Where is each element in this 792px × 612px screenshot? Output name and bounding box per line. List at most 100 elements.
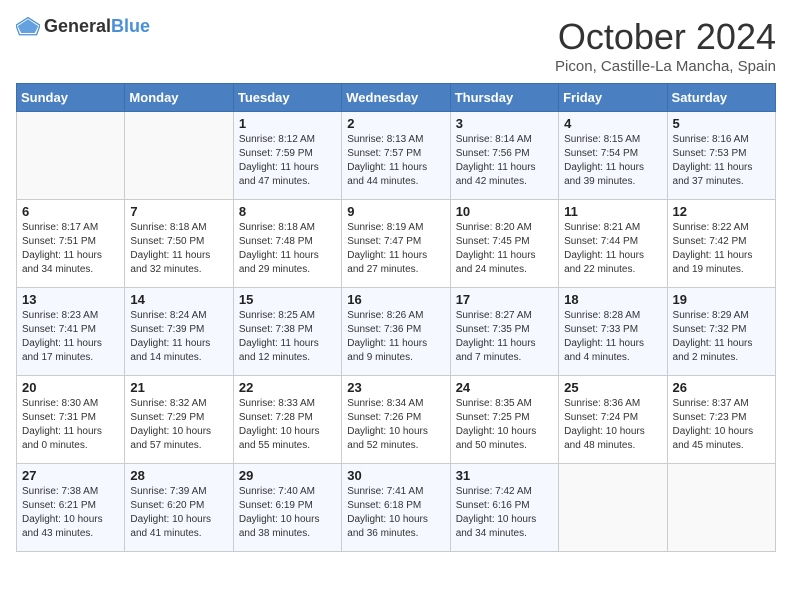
calendar-body: 1Sunrise: 8:12 AM Sunset: 7:59 PM Daylig…	[17, 112, 776, 552]
calendar-cell: 27 Sunrise: 7:38 AM Sunset: 6:21 PM Dayli…	[17, 464, 125, 552]
logo-icon	[16, 17, 40, 37]
calendar-cell: 14 Sunrise: 8:24 AM Sunset: 7:39 PM Dayli…	[125, 288, 233, 376]
calendar-cell: 3 Sunrise: 8:14 AM Sunset: 7:56 PM Daylig…	[450, 112, 558, 200]
location-title: Picon, Castille-La Mancha, Spain	[555, 58, 776, 75]
calendar-cell: 4 Sunrise: 8:15 AM Sunset: 7:54 PM Daylig…	[559, 112, 667, 200]
calendar-cell: 12Sunrise: 8:22 AM Sunset: 7:42 PM Dayli…	[667, 200, 775, 288]
calendar-cell: 28 Sunrise: 7:39 AM Sunset: 6:20 PM Dayli…	[125, 464, 233, 552]
calendar-cell: 17 Sunrise: 8:27 AM Sunset: 7:35 PM Dayli…	[450, 288, 558, 376]
day-number: 21	[130, 380, 227, 395]
calendar-cell: 10 Sunrise: 8:20 AM Sunset: 7:45 PM Dayli…	[450, 200, 558, 288]
day-number: 5	[673, 116, 770, 131]
day-number: 12	[673, 204, 770, 219]
day-info: Sunrise: 7:38 AM Sunset: 6:21 PM Dayligh…	[22, 485, 119, 541]
day-info: Sunrise: 8:36 AM Sunset: 7:24 PM Dayligh…	[564, 397, 661, 453]
day-number: 31	[456, 468, 553, 483]
header-cell-thursday: Thursday	[450, 84, 558, 112]
day-number: 2	[347, 116, 444, 131]
day-number: 22	[239, 380, 336, 395]
calendar-cell: 29Sunrise: 7:40 AM Sunset: 6:19 PM Dayli…	[233, 464, 341, 552]
day-info: Sunrise: 8:21 AM Sunset: 7:44 PM Dayligh…	[564, 221, 661, 277]
header-cell-tuesday: Tuesday	[233, 84, 341, 112]
calendar-cell: 13Sunrise: 8:23 AM Sunset: 7:41 PM Dayli…	[17, 288, 125, 376]
day-info: Sunrise: 7:41 AM Sunset: 6:18 PM Dayligh…	[347, 485, 444, 541]
day-info: Sunrise: 8:18 AM Sunset: 7:48 PM Dayligh…	[239, 221, 336, 277]
calendar-table: SundayMondayTuesdayWednesdayThursdayFrid…	[16, 83, 776, 552]
day-number: 27	[22, 468, 119, 483]
day-number: 17	[456, 292, 553, 307]
logo-general: General	[44, 16, 111, 36]
day-number: 4	[564, 116, 661, 131]
day-info: Sunrise: 8:19 AM Sunset: 7:47 PM Dayligh…	[347, 221, 444, 277]
day-number: 11	[564, 204, 661, 219]
day-number: 30	[347, 468, 444, 483]
calendar-cell: 7Sunrise: 8:18 AM Sunset: 7:50 PM Daylig…	[125, 200, 233, 288]
header-cell-monday: Monday	[125, 84, 233, 112]
calendar-cell: 15 Sunrise: 8:25 AM Sunset: 7:38 PM Dayli…	[233, 288, 341, 376]
day-number: 26	[673, 380, 770, 395]
calendar-cell: 24 Sunrise: 8:35 AM Sunset: 7:25 PM Dayli…	[450, 376, 558, 464]
calendar-cell: 18 Sunrise: 8:28 AM Sunset: 7:33 PM Dayli…	[559, 288, 667, 376]
day-info: Sunrise: 8:24 AM Sunset: 7:39 PM Dayligh…	[130, 309, 227, 365]
header-cell-wednesday: Wednesday	[342, 84, 450, 112]
page-header: GeneralBlue October 2024 Picon, Castille…	[16, 16, 776, 75]
day-info: Sunrise: 8:33 AM Sunset: 7:28 PM Dayligh…	[239, 397, 336, 453]
day-info: Sunrise: 8:15 AM Sunset: 7:54 PM Dayligh…	[564, 133, 661, 189]
day-number: 24	[456, 380, 553, 395]
calendar-cell: 31 Sunrise: 7:42 AM Sunset: 6:16 PM Dayli…	[450, 464, 558, 552]
month-title: October 2024	[555, 16, 776, 58]
calendar-cell	[667, 464, 775, 552]
calendar-cell: 20Sunrise: 8:30 AM Sunset: 7:31 PM Dayli…	[17, 376, 125, 464]
day-number: 18	[564, 292, 661, 307]
day-info: Sunrise: 8:35 AM Sunset: 7:25 PM Dayligh…	[456, 397, 553, 453]
day-number: 6	[22, 204, 119, 219]
day-info: Sunrise: 8:27 AM Sunset: 7:35 PM Dayligh…	[456, 309, 553, 365]
calendar-cell: 16Sunrise: 8:26 AM Sunset: 7:36 PM Dayli…	[342, 288, 450, 376]
day-number: 23	[347, 380, 444, 395]
header-cell-sunday: Sunday	[17, 84, 125, 112]
day-info: Sunrise: 8:32 AM Sunset: 7:29 PM Dayligh…	[130, 397, 227, 453]
calendar-header: SundayMondayTuesdayWednesdayThursdayFrid…	[17, 84, 776, 112]
day-number: 15	[239, 292, 336, 307]
calendar-cell: 2 Sunrise: 8:13 AM Sunset: 7:57 PM Daylig…	[342, 112, 450, 200]
calendar-cell: 19 Sunrise: 8:29 AM Sunset: 7:32 PM Dayli…	[667, 288, 775, 376]
day-number: 10	[456, 204, 553, 219]
day-info: Sunrise: 8:17 AM Sunset: 7:51 PM Dayligh…	[22, 221, 119, 277]
calendar-cell: 21 Sunrise: 8:32 AM Sunset: 7:29 PM Dayli…	[125, 376, 233, 464]
day-info: Sunrise: 7:42 AM Sunset: 6:16 PM Dayligh…	[456, 485, 553, 541]
day-number: 28	[130, 468, 227, 483]
calendar-cell: 25Sunrise: 8:36 AM Sunset: 7:24 PM Dayli…	[559, 376, 667, 464]
day-number: 7	[130, 204, 227, 219]
day-info: Sunrise: 8:29 AM Sunset: 7:32 PM Dayligh…	[673, 309, 770, 365]
day-number: 20	[22, 380, 119, 395]
day-info: Sunrise: 8:14 AM Sunset: 7:56 PM Dayligh…	[456, 133, 553, 189]
title-block: October 2024 Picon, Castille-La Mancha, …	[555, 16, 776, 75]
day-info: Sunrise: 8:25 AM Sunset: 7:38 PM Dayligh…	[239, 309, 336, 365]
week-row-3: 13Sunrise: 8:23 AM Sunset: 7:41 PM Dayli…	[17, 288, 776, 376]
calendar-cell: 23 Sunrise: 8:34 AM Sunset: 7:26 PM Dayli…	[342, 376, 450, 464]
day-info: Sunrise: 8:12 AM Sunset: 7:59 PM Dayligh…	[239, 133, 336, 189]
day-number: 3	[456, 116, 553, 131]
week-row-2: 6 Sunrise: 8:17 AM Sunset: 7:51 PM Daylig…	[17, 200, 776, 288]
calendar-cell	[17, 112, 125, 200]
day-info: Sunrise: 8:28 AM Sunset: 7:33 PM Dayligh…	[564, 309, 661, 365]
calendar-cell: 30 Sunrise: 7:41 AM Sunset: 6:18 PM Dayli…	[342, 464, 450, 552]
day-number: 16	[347, 292, 444, 307]
calendar-cell: 26Sunrise: 8:37 AM Sunset: 7:23 PM Dayli…	[667, 376, 775, 464]
day-info: Sunrise: 8:13 AM Sunset: 7:57 PM Dayligh…	[347, 133, 444, 189]
day-info: Sunrise: 7:39 AM Sunset: 6:20 PM Dayligh…	[130, 485, 227, 541]
week-row-4: 20Sunrise: 8:30 AM Sunset: 7:31 PM Dayli…	[17, 376, 776, 464]
calendar-cell: 22 Sunrise: 8:33 AM Sunset: 7:28 PM Dayli…	[233, 376, 341, 464]
week-row-5: 27 Sunrise: 7:38 AM Sunset: 6:21 PM Dayli…	[17, 464, 776, 552]
calendar-cell: 6 Sunrise: 8:17 AM Sunset: 7:51 PM Daylig…	[17, 200, 125, 288]
calendar-cell: 5Sunrise: 8:16 AM Sunset: 7:53 PM Daylig…	[667, 112, 775, 200]
day-info: Sunrise: 8:34 AM Sunset: 7:26 PM Dayligh…	[347, 397, 444, 453]
logo-text: GeneralBlue	[44, 16, 150, 37]
day-number: 14	[130, 292, 227, 307]
header-cell-saturday: Saturday	[667, 84, 775, 112]
calendar-cell	[559, 464, 667, 552]
calendar-cell: 9Sunrise: 8:19 AM Sunset: 7:47 PM Daylig…	[342, 200, 450, 288]
day-info: Sunrise: 8:20 AM Sunset: 7:45 PM Dayligh…	[456, 221, 553, 277]
day-number: 19	[673, 292, 770, 307]
day-number: 13	[22, 292, 119, 307]
